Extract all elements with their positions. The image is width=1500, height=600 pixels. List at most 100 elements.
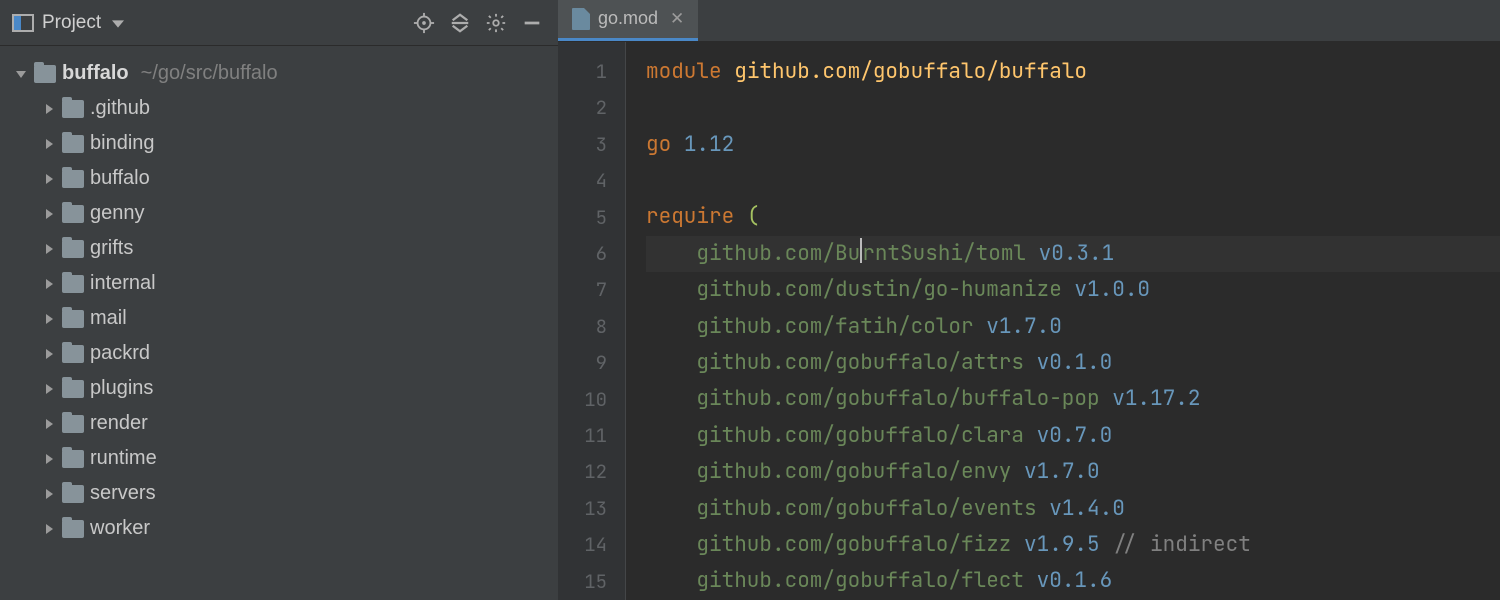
- line-number: 9: [558, 345, 607, 381]
- tree-item[interactable]: mail: [0, 301, 558, 336]
- tree-item[interactable]: render: [0, 406, 558, 441]
- code-line[interactable]: github.com/gobuffalo/envy v1.7.0: [646, 454, 1500, 490]
- tree-arrow-collapsed-icon[interactable]: [42, 384, 56, 394]
- tree-arrow-collapsed-icon[interactable]: [42, 104, 56, 114]
- tree-item-label: .github: [90, 97, 150, 120]
- code-line[interactable]: [646, 90, 1500, 126]
- tree-item-label: servers: [90, 482, 156, 505]
- line-number: 14: [558, 527, 607, 563]
- project-sidebar: Project buffalo ~/go/src/buffalo .github…: [0, 0, 558, 600]
- tree-item-label: runtime: [90, 447, 157, 470]
- tree-arrow-collapsed-icon[interactable]: [42, 279, 56, 289]
- tree-item[interactable]: buffalo: [0, 161, 558, 196]
- code-line[interactable]: github.com/gobuffalo/clara v0.7.0: [646, 418, 1500, 454]
- folder-icon: [62, 345, 84, 363]
- code-line[interactable]: github.com/gobuffalo/events v1.4.0: [646, 491, 1500, 527]
- tree-arrow-collapsed-icon[interactable]: [42, 314, 56, 324]
- tree-item-label: mail: [90, 307, 127, 330]
- line-number: 3: [558, 127, 607, 163]
- gutter: 123456789101112131415: [558, 42, 626, 600]
- tree-item[interactable]: grifts: [0, 231, 558, 266]
- folder-icon: [62, 310, 84, 328]
- line-number: 6: [558, 236, 607, 272]
- line-number: 12: [558, 454, 607, 490]
- line-number: 1: [558, 54, 607, 90]
- folder-icon: [62, 170, 84, 188]
- locate-icon[interactable]: [410, 9, 438, 37]
- folder-icon: [62, 100, 84, 118]
- tree-arrow-collapsed-icon[interactable]: [42, 139, 56, 149]
- project-tree: buffalo ~/go/src/buffalo .github binding b…: [0, 46, 558, 600]
- code-line[interactable]: github.com/gobuffalo/flect v0.1.6: [646, 563, 1500, 599]
- tree-item-label: render: [90, 412, 148, 435]
- line-number: 4: [558, 163, 607, 199]
- tree-item[interactable]: packrd: [0, 336, 558, 371]
- collapse-all-icon[interactable]: [446, 9, 474, 37]
- line-number: 7: [558, 272, 607, 308]
- code-line[interactable]: github.com/gobuffalo/fizz v1.9.5 // indi…: [646, 527, 1500, 563]
- line-number: 11: [558, 418, 607, 454]
- gear-icon[interactable]: [482, 9, 510, 37]
- tree-item[interactable]: servers: [0, 476, 558, 511]
- sidebar-header: Project: [0, 0, 558, 46]
- dropdown-arrow-icon[interactable]: [112, 12, 124, 34]
- folder-icon: [62, 450, 84, 468]
- code-line[interactable]: github.com/fatih/color v1.7.0: [646, 309, 1500, 345]
- code-line[interactable]: github.com/gobuffalo/buffalo-pop v1.17.2: [646, 381, 1500, 417]
- tree-arrow-collapsed-icon[interactable]: [42, 349, 56, 359]
- panel-icon: [12, 14, 34, 32]
- tree-item[interactable]: .github: [0, 91, 558, 126]
- line-number: 15: [558, 564, 607, 600]
- panel-title[interactable]: Project: [42, 12, 101, 34]
- code-line[interactable]: [646, 163, 1500, 199]
- line-number: 5: [558, 200, 607, 236]
- tree-item[interactable]: genny: [0, 196, 558, 231]
- tree-item[interactable]: runtime: [0, 441, 558, 476]
- tree-arrow-collapsed-icon[interactable]: [42, 489, 56, 499]
- tree-arrow-expanded-icon[interactable]: [14, 69, 28, 79]
- code-line[interactable]: github.com/BurntSushi/toml v0.3.1: [646, 236, 1500, 272]
- folder-icon: [62, 240, 84, 258]
- tree-item-label: genny: [90, 202, 145, 225]
- code-line[interactable]: go 1.12: [646, 127, 1500, 163]
- project-name: buffalo: [62, 62, 129, 85]
- tree-arrow-collapsed-icon[interactable]: [42, 419, 56, 429]
- code-line[interactable]: github.com/gobuffalo/attrs v0.1.0: [646, 345, 1500, 381]
- tree-item-label: binding: [90, 132, 155, 155]
- folder-icon: [62, 135, 84, 153]
- editor-panel: go.mod ✕ 123456789101112131415 module gi…: [558, 0, 1500, 600]
- file-icon: [572, 8, 590, 30]
- tree-item[interactable]: plugins: [0, 371, 558, 406]
- tree-root[interactable]: buffalo ~/go/src/buffalo: [0, 56, 558, 91]
- tree-item-label: plugins: [90, 377, 153, 400]
- tab-go-mod[interactable]: go.mod ✕: [558, 0, 698, 41]
- tree-arrow-collapsed-icon[interactable]: [42, 524, 56, 534]
- minimize-icon[interactable]: [518, 9, 546, 37]
- tree-item-label: internal: [90, 272, 156, 295]
- close-icon[interactable]: ✕: [670, 9, 684, 29]
- code-line[interactable]: module github.com/gobuffalo/buffalo: [646, 54, 1500, 90]
- tab-filename: go.mod: [598, 8, 658, 29]
- tree-item-label: grifts: [90, 237, 133, 260]
- tree-arrow-collapsed-icon[interactable]: [42, 244, 56, 254]
- tree-item-label: buffalo: [90, 167, 150, 190]
- line-number: 10: [558, 382, 607, 418]
- tree-item[interactable]: worker: [0, 511, 558, 546]
- editor-body[interactable]: 123456789101112131415 module github.com/…: [558, 42, 1500, 600]
- tree-arrow-collapsed-icon[interactable]: [42, 174, 56, 184]
- folder-icon: [62, 415, 84, 433]
- tree-item-label: packrd: [90, 342, 150, 365]
- code-area[interactable]: module github.com/gobuffalo/buffalo go 1…: [626, 42, 1500, 600]
- tree-arrow-collapsed-icon[interactable]: [42, 454, 56, 464]
- tree-item[interactable]: internal: [0, 266, 558, 301]
- folder-icon: [62, 520, 84, 538]
- folder-icon: [62, 205, 84, 223]
- line-number: 8: [558, 309, 607, 345]
- tree-item[interactable]: binding: [0, 126, 558, 161]
- code-line[interactable]: require (: [646, 199, 1500, 235]
- tree-arrow-collapsed-icon[interactable]: [42, 209, 56, 219]
- folder-icon: [62, 380, 84, 398]
- line-number: 2: [558, 90, 607, 126]
- folder-icon: [62, 485, 84, 503]
- code-line[interactable]: github.com/dustin/go-humanize v1.0.0: [646, 272, 1500, 308]
